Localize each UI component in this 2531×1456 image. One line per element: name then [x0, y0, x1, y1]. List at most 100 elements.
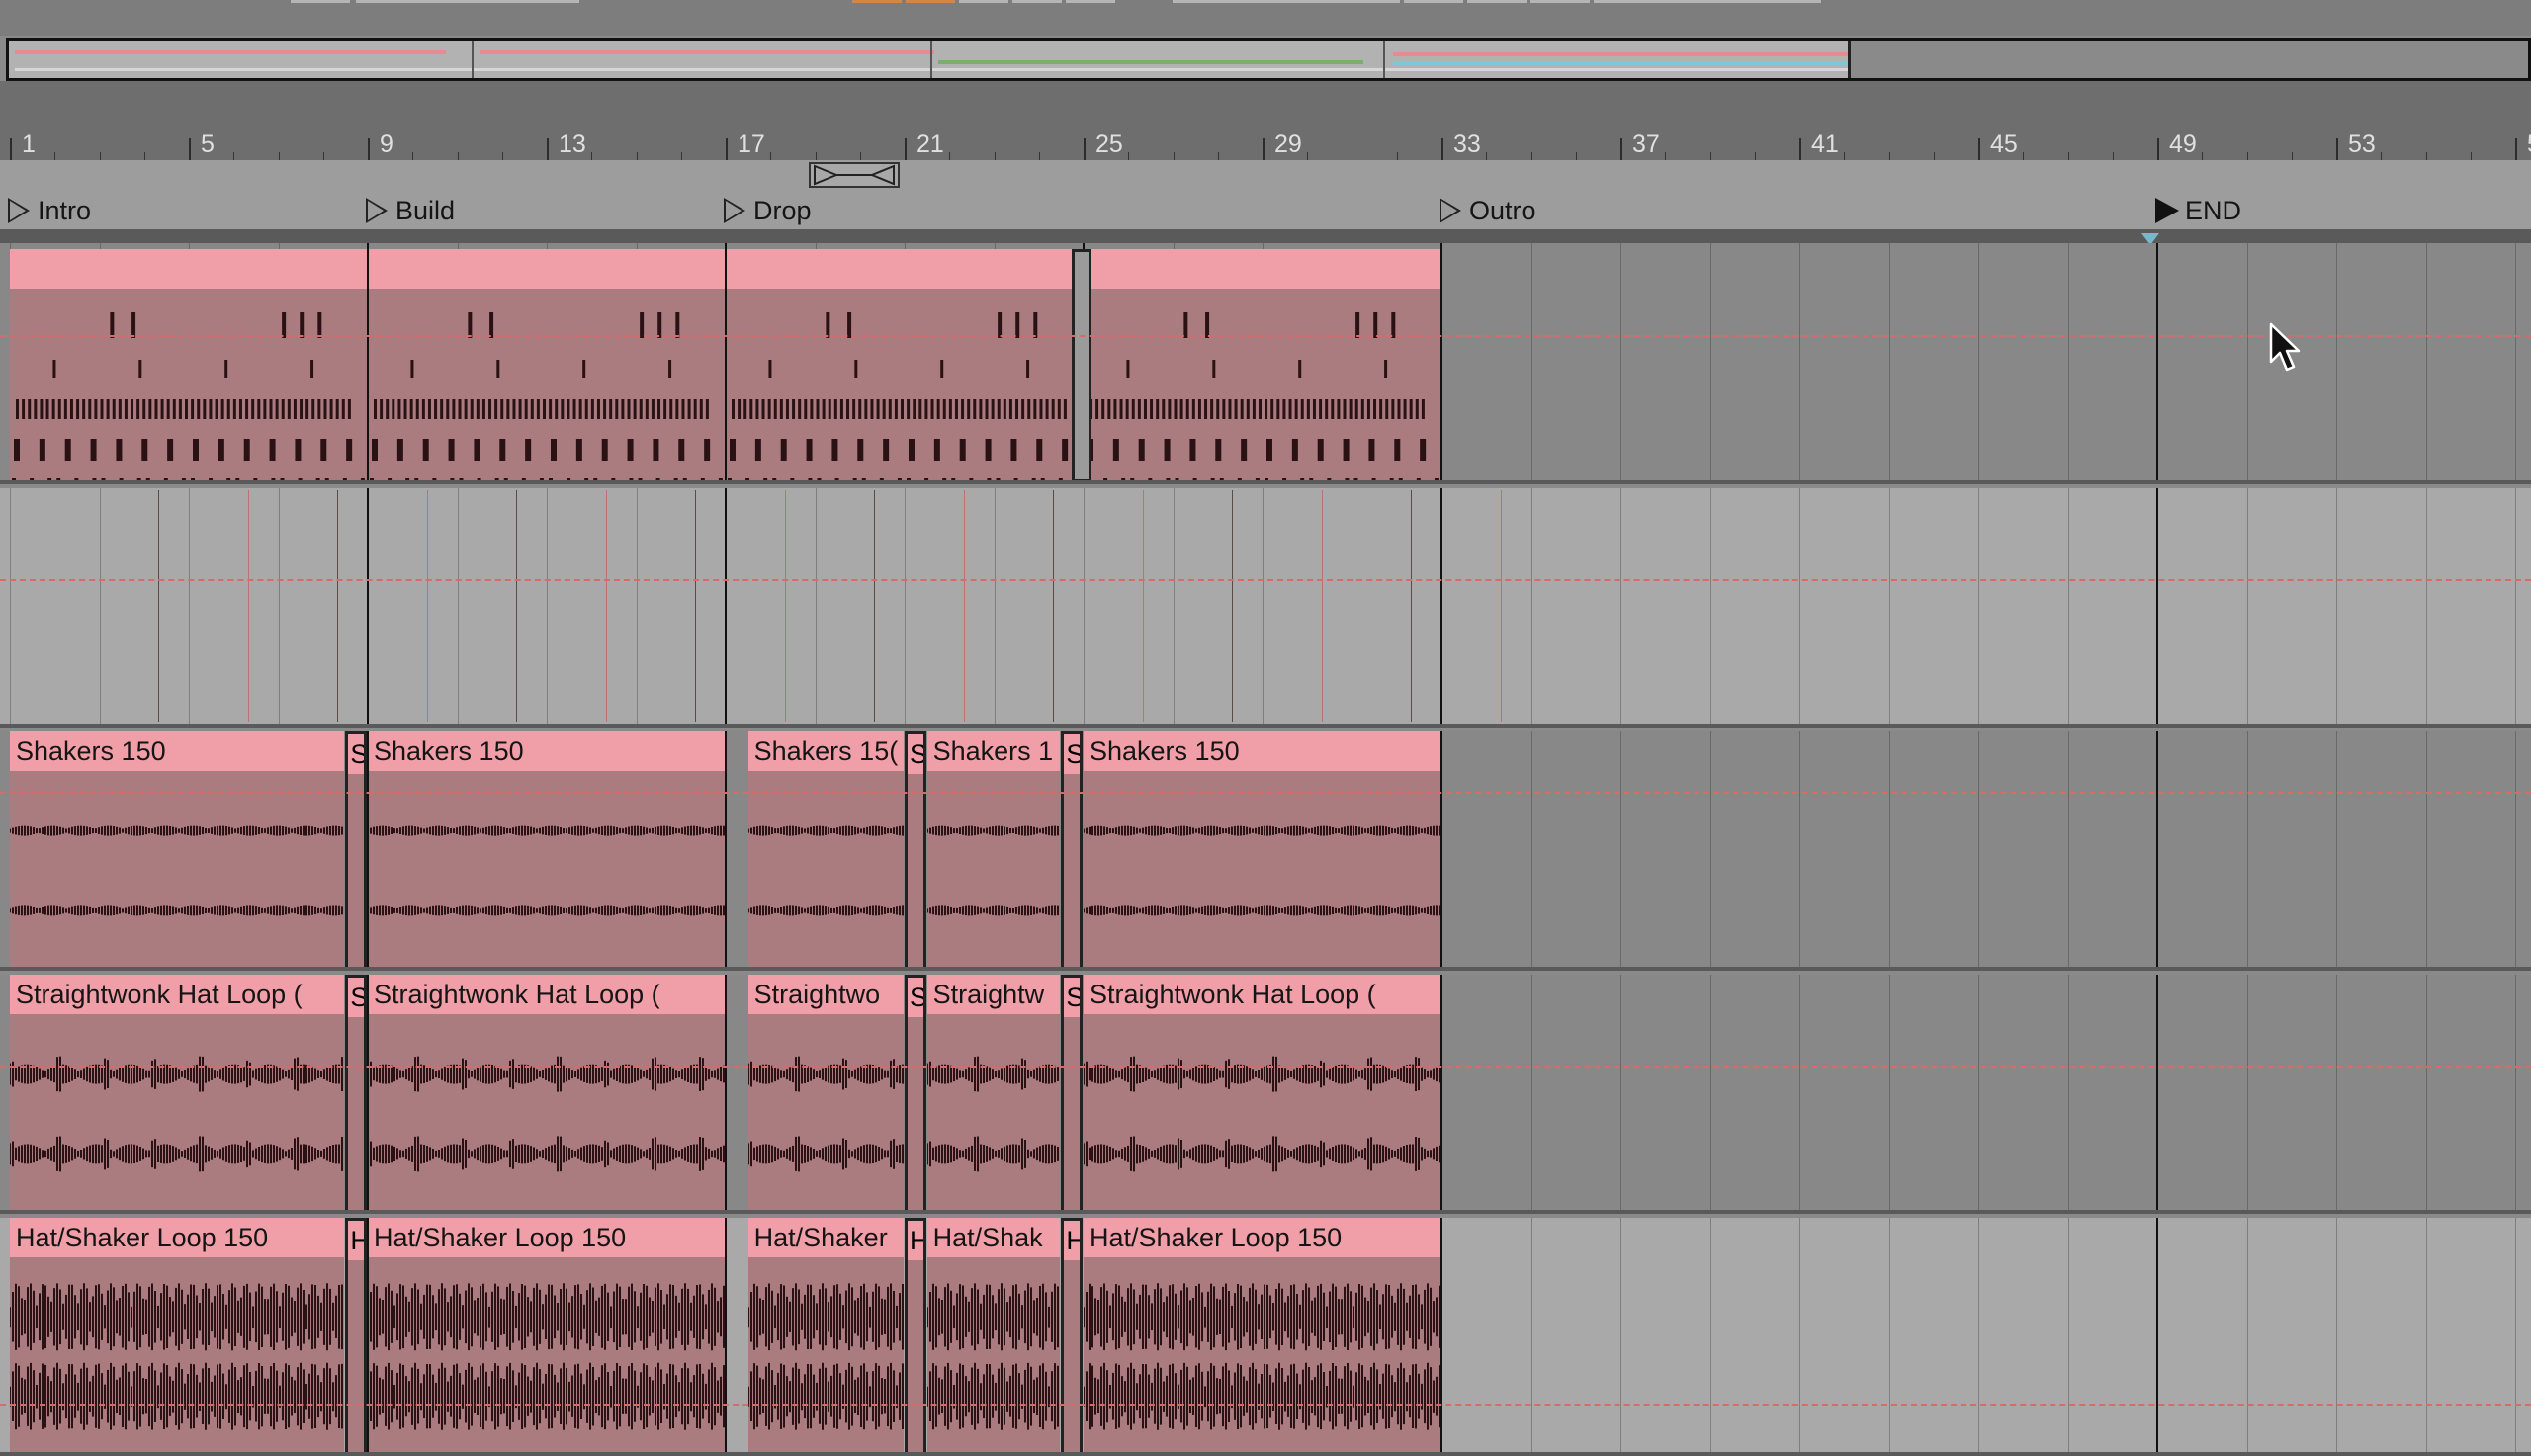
clip-header[interactable]: S	[1064, 734, 1080, 774]
locator-triangle-icon[interactable]	[8, 198, 30, 223]
clip-title[interactable]: Shakers 15(	[747, 731, 904, 771]
audio-clip[interactable]: Straightwonk Hat Loop (	[10, 975, 345, 1214]
clip-fade-handle[interactable]: S	[1061, 975, 1083, 1214]
midi-clip[interactable]	[368, 249, 725, 480]
clip-fade-handle[interactable]: S	[905, 975, 926, 1214]
clip-fade-handle[interactable]: H	[1061, 1218, 1083, 1456]
audio-clip[interactable]: Shakers 150	[368, 731, 725, 971]
audio-clip[interactable]: Hat/Shaker Loop 150	[1084, 1218, 1440, 1456]
locator-triangle-icon[interactable]	[366, 198, 388, 223]
clip-handle[interactable]	[1072, 249, 1091, 482]
toolbar-segment[interactable]	[1530, 0, 1590, 3]
audio-clip[interactable]: Straightw	[926, 975, 1061, 1214]
locator-triangle-icon[interactable]	[2155, 198, 2179, 223]
midi-note	[1291, 439, 1298, 461]
clip-title[interactable]: Shakers 150	[10, 731, 345, 771]
grid-line	[1530, 975, 1532, 1214]
toolbar-segment[interactable]	[959, 0, 1008, 3]
audio-clip[interactable]: Hat/Shak	[926, 1218, 1061, 1456]
locator-lane[interactable]: Intro Build Drop Outro END	[0, 160, 2531, 229]
audio-clip[interactable]: Shakers 1	[926, 731, 1061, 971]
toolbar-segment[interactable]	[1173, 0, 1400, 3]
toolbar-segment[interactable]	[1066, 0, 1115, 3]
audio-clip[interactable]: Hat/Shaker Loop 150	[368, 1218, 725, 1456]
clip-title[interactable]: Shakers 150	[1084, 731, 1440, 771]
midi-clip[interactable]	[1084, 249, 1440, 480]
clip-fade-handle[interactable]: S	[345, 731, 367, 971]
clip-header[interactable]: S	[1064, 978, 1080, 1017]
midi-note	[243, 439, 250, 461]
clip-header[interactable]	[368, 249, 725, 289]
arrangement-overview[interactable]	[6, 38, 2531, 81]
midi-note	[816, 399, 820, 419]
clip-fade-handle[interactable]: S	[905, 731, 926, 971]
midi-note	[40, 399, 44, 419]
toolbar-segment[interactable]	[1467, 0, 1527, 3]
midi-clip[interactable]	[10, 249, 367, 480]
clip-title[interactable]: Straightwonk Hat Loop (	[10, 975, 345, 1014]
audio-clip[interactable]: Shakers 150	[1084, 731, 1440, 971]
clip-header[interactable]: S	[348, 978, 364, 1017]
automation-dashed-line	[0, 579, 2531, 581]
midi-note	[372, 439, 378, 461]
clip-fade-handle[interactable]: S	[345, 975, 367, 1214]
clip-header[interactable]: H	[1064, 1221, 1080, 1260]
clip-title[interactable]: Hat/Shaker	[747, 1218, 904, 1257]
track-divider	[0, 480, 2531, 484]
track-automation	[0, 488, 2531, 728]
locator-triangle-icon[interactable]	[1440, 198, 1461, 223]
clip-header[interactable]	[10, 249, 367, 289]
beat-time-ruler[interactable]: 1 5 9 13 17 21 25 29 33 37 41 45 49 53 5	[0, 128, 2531, 160]
ruler-bar-number: 5	[201, 130, 215, 158]
audio-clip[interactable]: Straightwonk Hat Loop (	[1084, 975, 1440, 1214]
grid-line	[2246, 975, 2248, 1214]
clip-header[interactable]: S	[908, 734, 923, 774]
audio-clip[interactable]: Shakers 150	[10, 731, 345, 971]
toolbar-segment[interactable]	[1404, 0, 1463, 3]
clip-title[interactable]: Straightwonk Hat Loop (	[1084, 975, 1440, 1014]
clip-fade-handle[interactable]: H	[345, 1218, 367, 1456]
toolbar-segment[interactable]	[356, 0, 579, 3]
clip-title[interactable]: Hat/Shaker Loop 150	[368, 1218, 725, 1257]
ruler-bar-number: 37	[1632, 130, 1660, 158]
toolbar-segment-active[interactable]	[852, 0, 902, 3]
midi-note	[1317, 439, 1324, 461]
loop-brace[interactable]	[809, 162, 900, 188]
audio-clip[interactable]: Shakers 15(	[747, 731, 904, 971]
audio-clip[interactable]: Straightwonk Hat Loop (	[368, 975, 725, 1214]
clip-title[interactable]: Hat/Shaker Loop 150	[10, 1218, 345, 1257]
clip-title[interactable]: Straightwonk Hat Loop (	[368, 975, 725, 1014]
clip-fade-handle[interactable]: S	[1061, 731, 1083, 971]
midi-note	[1039, 399, 1043, 419]
midi-note	[907, 399, 911, 419]
midi-note	[705, 399, 709, 419]
clip-title[interactable]: Straightw	[926, 975, 1061, 1014]
toolbar-segment[interactable]	[1012, 0, 1062, 3]
toolbar-segment[interactable]	[291, 0, 350, 3]
clip-title[interactable]: Hat/Shaker Loop 150	[1084, 1218, 1440, 1257]
clip-title[interactable]: Shakers 1	[926, 731, 1061, 771]
track-background[interactable]	[0, 488, 2531, 728]
audio-clip[interactable]: Hat/Shaker	[747, 1218, 904, 1456]
clip-title[interactable]: Straightwo	[747, 975, 904, 1014]
clip-fade-handle[interactable]: H	[905, 1218, 926, 1456]
clip-header[interactable]: H	[348, 1221, 364, 1260]
clip-header[interactable]: S	[348, 734, 364, 774]
midi-note	[561, 399, 565, 419]
clip-title[interactable]: Hat/Shak	[926, 1218, 1061, 1257]
clip-header[interactable]	[726, 249, 1083, 289]
audio-clip[interactable]: Hat/Shaker Loop 150	[10, 1218, 345, 1456]
midi-clip[interactable]	[726, 249, 1083, 480]
toolbar-segment[interactable]	[1594, 0, 1821, 3]
locator-triangle-icon[interactable]	[724, 198, 745, 223]
midi-note	[499, 439, 506, 461]
midi-note	[257, 399, 261, 419]
ruler-bar-number: 53	[2348, 130, 2376, 158]
audio-clip[interactable]: Straightwo	[747, 975, 904, 1214]
toolbar-segment-active[interactable]	[906, 0, 955, 3]
clip-title[interactable]: Shakers 150	[368, 731, 725, 771]
clip-header[interactable]: H	[908, 1221, 923, 1260]
clip-header[interactable]: S	[908, 978, 923, 1017]
midi-note	[936, 399, 940, 419]
clip-header[interactable]	[1084, 249, 1440, 289]
